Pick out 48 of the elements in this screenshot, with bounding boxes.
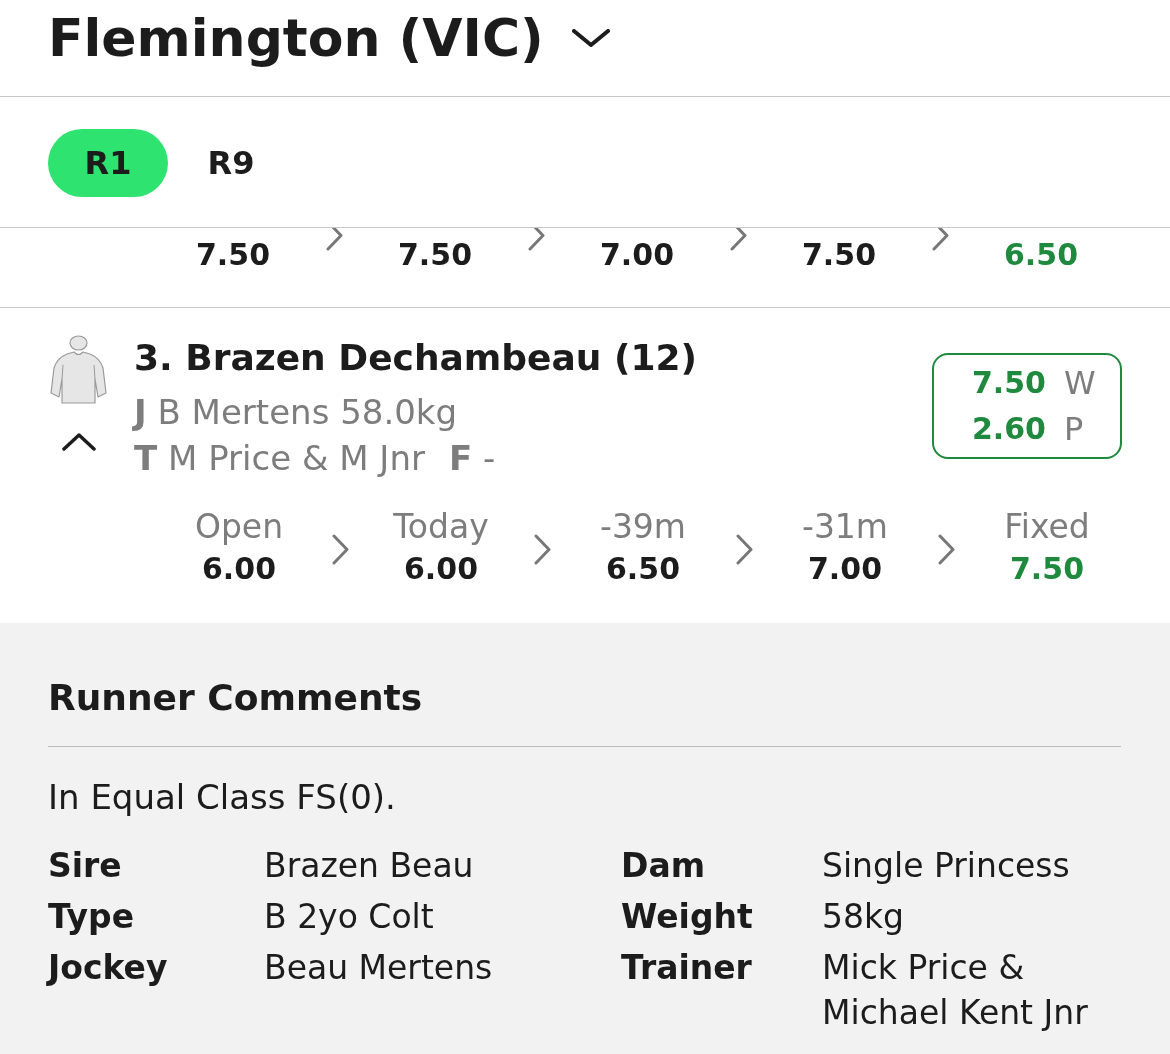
detail-value: B 2yo Colt — [264, 896, 434, 938]
price-value: 6.00 — [404, 550, 478, 588]
form-info: F - — [448, 437, 496, 480]
section-title: Runner Comments — [48, 676, 424, 720]
detail-value: Single Princess — [822, 845, 1070, 887]
chevron-right-icon — [931, 228, 949, 251]
detail-value: Brazen Beau — [264, 845, 474, 887]
detail-value: Beau Mertens — [264, 947, 493, 989]
detail-label: Sire — [48, 845, 122, 887]
race-tab[interactable]: R1 — [48, 129, 168, 197]
comment-text: In Equal Class FS(0). — [48, 776, 397, 819]
price-time-label: Open — [194, 507, 284, 547]
detail-value: Mick Price & Michael Kent Jnr — [822, 947, 1089, 1034]
detail-label: Dam — [621, 845, 706, 887]
price-value: 6.00 — [202, 550, 276, 588]
price-value: 7.00 — [600, 236, 674, 274]
chevron-right-icon — [325, 228, 343, 251]
price-time-label: Today — [393, 507, 489, 547]
price-time-label: -39m — [599, 507, 686, 547]
jockey-info: J B Mertens 58.0kg — [134, 391, 458, 434]
race-tab[interactable]: R9 — [171, 129, 291, 197]
price-value: 7.50 — [1010, 550, 1084, 588]
chevron-down-icon[interactable] — [571, 29, 610, 47]
detail-value: 58kg — [822, 896, 905, 938]
detail-label: Weight — [621, 896, 753, 938]
chevron-right-icon — [735, 533, 753, 565]
caret-up-icon[interactable] — [62, 432, 96, 451]
detail-label: Jockey — [48, 947, 168, 989]
chevron-right-icon — [527, 228, 545, 251]
trainer-info: T M Price & M Jnr — [134, 437, 425, 480]
price-value: 6.50 — [606, 550, 680, 588]
chevron-right-icon — [331, 533, 349, 565]
chevron-right-icon — [729, 228, 747, 251]
price-value: 6.50 — [1004, 236, 1078, 274]
price-value: 7.50 — [398, 236, 472, 274]
runner-name: 3. Brazen Dechambeau (12) — [134, 336, 697, 380]
venue-dropdown[interactable]: Flemington (VIC) — [48, 6, 610, 70]
price-time-label: -31m — [801, 507, 888, 547]
price-value: 7.50 — [802, 236, 876, 274]
odds-button[interactable]: 7.50 W 2.60 P — [932, 353, 1122, 459]
price-value: 7.50 — [196, 236, 270, 274]
detail-label: Type — [48, 896, 135, 938]
chevron-right-icon — [533, 533, 551, 565]
chevron-right-icon — [937, 533, 955, 565]
detail-label: Trainer — [621, 947, 752, 989]
jockey-silks-icon — [50, 335, 107, 405]
price-value: 7.00 — [808, 550, 882, 588]
price-time-label: Fixed — [1004, 507, 1090, 547]
